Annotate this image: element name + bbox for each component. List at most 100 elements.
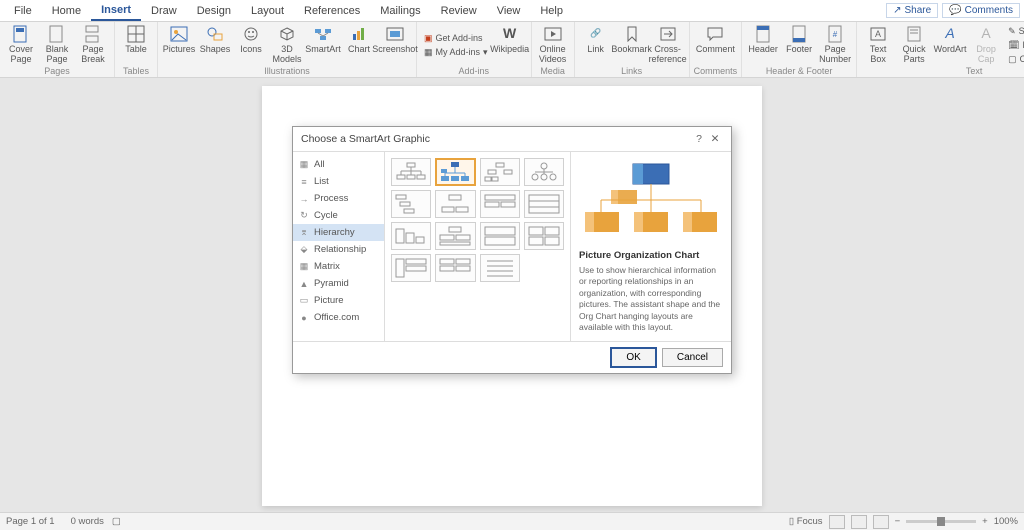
tab-layout[interactable]: Layout [241,2,294,20]
focus-mode[interactable]: ▯ Focus [789,516,823,527]
screenshot-button[interactable]: Screenshot [378,24,412,66]
signature-icon: ✎ [1008,26,1016,37]
zoom-in[interactable]: + [982,516,988,527]
dialog-close-button[interactable]: ✕ [707,133,723,145]
cat-cycle[interactable]: ↻Cycle [293,207,384,224]
print-layout-view[interactable] [829,515,845,529]
zoom-out[interactable]: − [895,516,901,527]
wordart-button[interactable]: AWordArt [933,24,967,66]
share-button[interactable]: ↗Share [886,3,938,18]
web-layout-view[interactable] [873,515,889,529]
date-time-button[interactable]: 🗓Date & Time [1005,39,1024,52]
drop-cap-button[interactable]: ADrop Cap [969,24,1003,66]
layout-thumb[interactable] [480,254,520,282]
cancel-button[interactable]: Cancel [662,348,723,367]
3d-models-button[interactable]: 3D Models [270,24,304,66]
layout-thumb[interactable] [435,222,475,250]
footer-button[interactable]: Footer [782,24,816,66]
tab-references[interactable]: References [294,2,370,20]
preview-description: Use to show hierarchical information or … [579,265,723,334]
comment-button[interactable]: Comment [698,24,732,66]
process-icon: → [299,194,309,204]
cat-pyramid[interactable]: ▲Pyramid [293,275,384,292]
layout-thumb[interactable] [435,254,475,282]
tab-insert[interactable]: Insert [91,1,141,21]
zoom-slider[interactable] [906,520,976,523]
datetime-icon: 🗓 [1008,40,1019,51]
tab-view[interactable]: View [487,2,531,20]
link-icon: 🔗 [587,25,605,43]
cat-hierarchy[interactable]: ⌆Hierarchy [293,224,384,241]
blank-page-button[interactable]: Blank Page [40,24,74,66]
svg-text:#: # [833,30,838,39]
layout-thumb[interactable] [391,254,431,282]
cat-all[interactable]: ▦All [293,156,384,173]
cat-relationship[interactable]: ⬙Relationship [293,241,384,258]
get-addins-button[interactable]: ▣Get Add-ins [421,32,491,45]
store-icon: ▣ [424,33,433,44]
layout-thumb[interactable] [391,190,431,218]
comments-icon: 💬 [949,5,961,16]
tab-mailings[interactable]: Mailings [370,2,430,20]
cross-reference-button[interactable]: Cross-reference [651,24,685,66]
page-number-icon: # [826,25,844,43]
page-indicator[interactable]: Page 1 of 1 [6,516,55,527]
chart-button[interactable]: Chart [342,24,376,66]
tab-file[interactable]: File [4,2,42,20]
online-videos-button[interactable]: Online Videos [536,24,570,66]
cat-matrix[interactable]: ▦Matrix [293,258,384,275]
cat-office[interactable]: ●Office.com [293,309,384,326]
layout-thumb[interactable] [435,190,475,218]
layout-thumb-selected[interactable] [435,158,475,186]
tab-review[interactable]: Review [431,2,487,20]
zoom-level[interactable]: 100% [994,516,1018,527]
layout-thumb[interactable] [524,158,564,186]
table-button[interactable]: Table [119,24,153,66]
tab-design[interactable]: Design [187,2,241,20]
tab-home[interactable]: Home [42,2,91,20]
tab-draw[interactable]: Draw [141,2,187,20]
signature-line-button[interactable]: ✎Signature Line ▾ [1005,25,1024,38]
layout-thumb[interactable] [391,222,431,250]
layout-thumb[interactable] [524,222,564,250]
link-button[interactable]: 🔗Link [579,24,613,66]
read-mode-view[interactable] [851,515,867,529]
dialog-help-button[interactable]: ? [691,133,707,145]
hierarchy-icon: ⌆ [299,228,309,238]
wikipedia-button[interactable]: WWikipedia [493,24,527,66]
tab-help[interactable]: Help [530,2,573,20]
table-icon [127,25,145,43]
preview-title: Picture Organization Chart [579,250,723,261]
menu-tabs: File Home Insert Draw Design Layout Refe… [0,0,1024,22]
textbox-icon: A [869,25,887,43]
comments-button[interactable]: 💬Comments [942,3,1020,18]
header-button[interactable]: Header [746,24,780,66]
text-box-button[interactable]: AText Box [861,24,895,66]
quick-parts-button[interactable]: Quick Parts [897,24,931,66]
shapes-button[interactable]: Shapes [198,24,232,66]
object-button[interactable]: ▢Object ▾ [1005,53,1024,66]
office-icon: ● [299,313,309,323]
icons-button[interactable]: Icons [234,24,268,66]
group-label: Header & Footer [766,66,833,77]
cat-picture[interactable]: ▭Picture [293,292,384,309]
pictures-button[interactable]: Pictures [162,24,196,66]
ok-button[interactable]: OK [611,348,655,367]
layout-thumb[interactable] [480,222,520,250]
layout-thumb[interactable] [524,190,564,218]
layout-thumb[interactable] [391,158,431,186]
proofing-icon[interactable]: ▢ [112,516,121,527]
cat-process[interactable]: →Process [293,190,384,207]
layout-gallery [385,152,571,341]
page-number-button[interactable]: #Page Number [818,24,852,66]
layout-thumb[interactable] [480,158,520,186]
cover-page-button[interactable]: Cover Page [4,24,38,66]
group-label: Links [621,66,642,77]
word-count[interactable]: 0 words [71,516,104,527]
cat-list[interactable]: ≡List [293,173,384,190]
layout-thumb[interactable] [480,190,520,218]
page-break-button[interactable]: Page Break [76,24,110,66]
bookmark-button[interactable]: Bookmark [615,24,649,66]
my-addins-button[interactable]: ▦My Add-ins ▾ [421,46,491,59]
smartart-button[interactable]: SmartArt [306,24,340,66]
